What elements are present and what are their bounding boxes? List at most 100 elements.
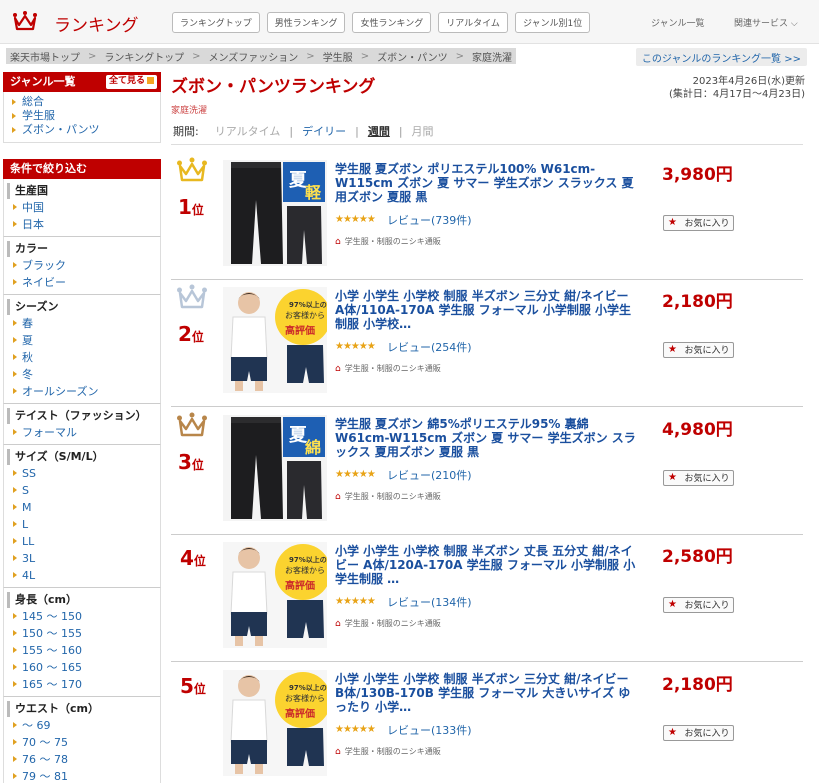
rank-value: 1 xyxy=(178,195,192,219)
boy-head-shape xyxy=(238,547,260,569)
product-thumbnail[interactable]: 97%以上の お客様から 高評価 xyxy=(223,670,327,776)
rank-suffix: 位 xyxy=(193,554,206,568)
filter-option[interactable]: 150 ～ 155 xyxy=(4,625,160,642)
product-title-link[interactable]: 小学 小学生 小学校 制服 半ズボン 丈長 五分丈 紺/ネイビー A体/120A… xyxy=(335,544,637,586)
review-count-link[interactable]: レビュー(739件) xyxy=(387,212,472,228)
period-weekly: 週間 xyxy=(367,125,390,138)
breadcrumb-item[interactable]: 楽天市場トップ xyxy=(10,49,80,64)
breadcrumb-item[interactable]: ズボン・パンツ xyxy=(377,49,448,64)
breadcrumb-item[interactable]: 学生服 xyxy=(323,49,353,64)
rating-stars: ★★★★★ xyxy=(335,596,376,607)
genre-link[interactable]: ズボン・パンツ xyxy=(4,123,160,137)
badge-text: お客様から xyxy=(285,693,325,703)
tab-female-ranking[interactable]: 女性ランキング xyxy=(352,12,432,33)
period-selector: 期間: リアルタイム | デイリー | 週間 | 月間 xyxy=(173,123,434,139)
crown-rank-icon xyxy=(177,284,207,309)
favorite-button[interactable]: お気に入り xyxy=(663,215,734,231)
home-icon: ⌂ xyxy=(335,619,341,629)
shop-link[interactable]: ⌂ 学生服・制服のニシキ通販 xyxy=(335,618,441,629)
genre-link[interactable]: 総合 xyxy=(4,95,160,109)
filter-option[interactable]: ネイビー xyxy=(4,274,160,291)
product-price: 3,980円 xyxy=(662,165,733,185)
genre-ranking-list-link[interactable]: このジャンルのランキング一覧 >> xyxy=(635,48,807,66)
review-count-link[interactable]: レビュー(210件) xyxy=(387,467,472,483)
product-title-link[interactable]: 小学 小学生 小学校 制服 半ズボン 三分丈 紺/ネイビー A体/110A-17… xyxy=(335,289,637,331)
tab-male-ranking[interactable]: 男性ランキング xyxy=(266,12,346,33)
badge-text: 97%以上の xyxy=(289,683,327,692)
filter-option[interactable]: 165 ～ 170 xyxy=(4,676,160,693)
review-count-link[interactable]: レビュー(134件) xyxy=(387,594,472,610)
filter-option[interactable]: M xyxy=(4,499,160,516)
main-content: ズボン・パンツランキング 家庭洗濯 2023年4月26日(水)更新 (集計日：4… xyxy=(171,72,807,776)
filter-group-title: カラー xyxy=(7,241,160,257)
filter-option[interactable]: 76 ～ 78 xyxy=(4,751,160,768)
tab-ranking-top[interactable]: ランキングトップ xyxy=(172,12,260,33)
filter-option[interactable]: 夏 xyxy=(4,332,160,349)
genre-list-link[interactable]: ジャンル一覧 xyxy=(651,16,705,29)
ranking-logo-text[interactable]: ランキング xyxy=(54,11,139,36)
filter-option[interactable]: SS xyxy=(4,465,160,482)
filter-option[interactable]: 155 ～ 160 xyxy=(4,642,160,659)
filter-option[interactable]: 3L xyxy=(4,550,160,567)
product-title-link[interactable]: 学生服 夏ズボン ポリエステル100% W61cm-W115cm ズボン 夏 サ… xyxy=(335,162,637,204)
product-title-link[interactable]: 小学 小学生 小学校 制服 半ズボン 三分丈 紺/ネイビー B体/130B-17… xyxy=(335,672,637,714)
review-count-link[interactable]: レビュー(254件) xyxy=(387,339,472,355)
product-title-link[interactable]: 学生服 夏ズボン 綿5%ポリエステル95% 裏綿 W61cm-W115cm ズボ… xyxy=(335,417,637,459)
crown-logo-icon[interactable] xyxy=(12,9,38,33)
breadcrumb-item[interactable]: メンズファッション xyxy=(208,49,298,64)
filter-group-title: 身長（cm） xyxy=(7,592,160,608)
filter-option[interactable]: フォーマル xyxy=(4,424,160,441)
rank-value: 5 xyxy=(180,674,194,698)
review-count-link[interactable]: レビュー(133件) xyxy=(387,722,472,738)
period-realtime: リアルタイム xyxy=(214,125,281,138)
filter-option[interactable]: LL xyxy=(4,533,160,550)
favorite-button[interactable]: お気に入り xyxy=(663,725,734,741)
rank-suffix: 位 xyxy=(191,330,204,344)
favorite-button[interactable]: お気に入り xyxy=(663,342,734,358)
filter-option[interactable]: 春 xyxy=(4,315,160,332)
filter-header: 条件で絞り込む xyxy=(3,159,161,179)
favorite-button[interactable]: お気に入り xyxy=(663,597,734,613)
genre-list-title: ジャンル一覧 xyxy=(10,75,76,88)
shop-link[interactable]: ⌂ 学生服・制服のニシキ通販 xyxy=(335,491,441,502)
tab-realtime[interactable]: リアルタイム xyxy=(438,12,508,33)
update-info: 2023年4月26日(水)更新 (集計日：4月17日～4月23日) xyxy=(669,75,805,101)
shop-name: 学生服・制服のニシキ通販 xyxy=(344,237,441,246)
filter-option[interactable]: ブラック xyxy=(4,257,160,274)
shop-link[interactable]: ⌂ 学生服・制服のニシキ通販 xyxy=(335,236,441,247)
filter-group: シーズン春夏秋冬オールシーズン xyxy=(3,295,161,404)
period-divider: | xyxy=(355,124,359,138)
filter-option[interactable]: 秋 xyxy=(4,349,160,366)
filter-option[interactable]: 79 ～ 81 xyxy=(4,768,160,783)
filter-option[interactable]: オールシーズン xyxy=(4,383,160,400)
product-thumbnail[interactable]: 97%以上の お客様から 高評価 xyxy=(223,542,327,648)
filter-option[interactable]: ～ 69 xyxy=(4,717,160,734)
favorite-button[interactable]: お気に入り xyxy=(663,470,734,486)
product-thumbnail[interactable]: 97%以上の お客様から 高評価 xyxy=(223,287,327,393)
related-services-menu[interactable]: 関連サービス ⌵ xyxy=(734,16,798,29)
filter-group-title: 生産国 xyxy=(7,183,160,199)
shop-name: 学生服・制服のニシキ通販 xyxy=(344,619,441,628)
filter-option[interactable]: 日本 xyxy=(4,216,160,233)
breadcrumb-item[interactable]: ランキングトップ xyxy=(104,49,184,64)
filter-option[interactable]: 145 ～ 150 xyxy=(4,608,160,625)
filter-option[interactable]: 4L xyxy=(4,567,160,584)
product-thumbnail-image: 夏綿 xyxy=(223,415,327,521)
tab-genre-first[interactable]: ジャンル別1位 xyxy=(514,12,591,33)
filter-option[interactable]: 70 ～ 75 xyxy=(4,734,160,751)
filter-option[interactable]: 中国 xyxy=(4,199,160,216)
shop-link[interactable]: ⌂ 学生服・制服のニシキ通販 xyxy=(335,363,441,374)
filter-option[interactable]: L xyxy=(4,516,160,533)
filter-option[interactable]: 冬 xyxy=(4,366,160,383)
filter-group: カラー ブラック ネイビー xyxy=(3,237,161,295)
period-daily[interactable]: デイリー xyxy=(302,123,346,139)
genre-link[interactable]: 学生服 xyxy=(4,109,160,123)
product-thumbnail[interactable]: 夏綿 xyxy=(223,415,327,521)
filter-option[interactable]: 160 ～ 165 xyxy=(4,659,160,676)
shop-link[interactable]: ⌂ 学生服・制服のニシキ通販 xyxy=(335,746,441,757)
badge-text: 高評価 xyxy=(285,579,315,592)
see-all-button[interactable]: 全て見る xyxy=(105,75,157,89)
filter-option[interactable]: S xyxy=(4,482,160,499)
product-thumbnail[interactable]: 夏軽 xyxy=(223,160,327,266)
rank-number: 1位 xyxy=(178,195,204,219)
